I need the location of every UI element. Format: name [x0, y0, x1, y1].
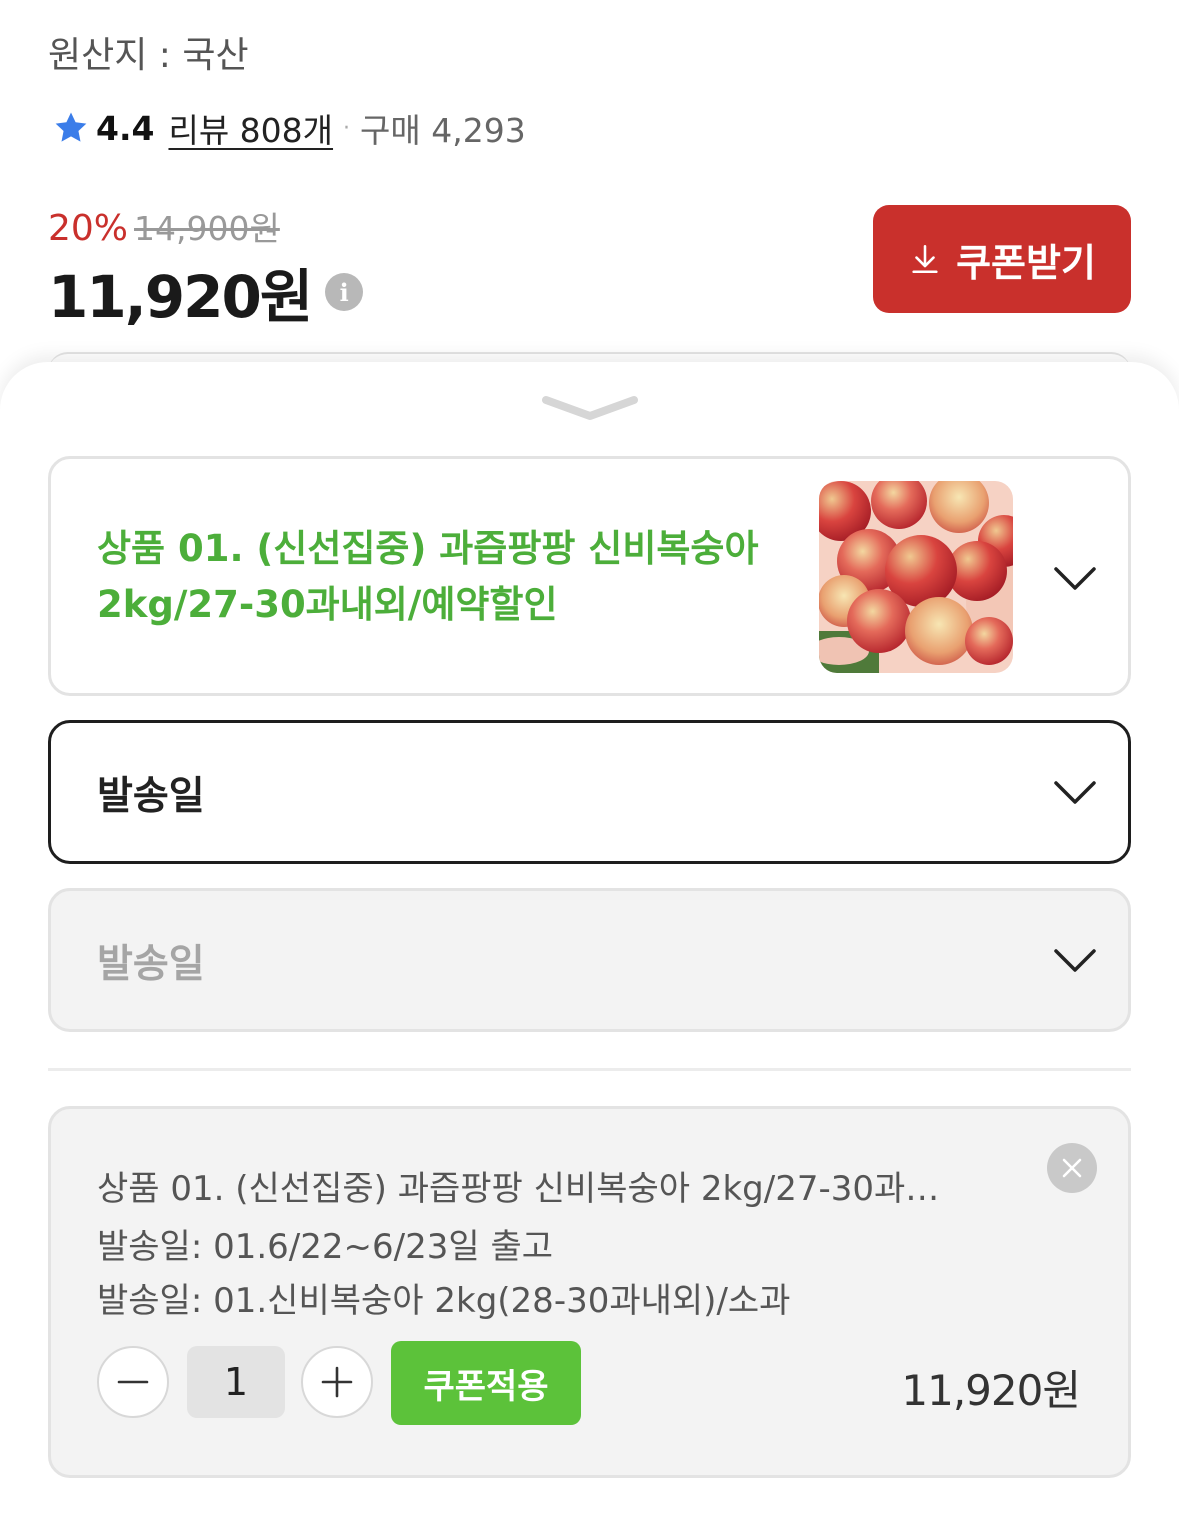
- selected-item-card: 상품 01. (신선집중) 과즙팡팡 신비복숭아 2kg/27-30과… 발송일…: [48, 1106, 1131, 1478]
- separator-dot: ·: [343, 115, 351, 141]
- purchase-count: 구매 4,293: [360, 111, 526, 150]
- discount-percent: 20%: [48, 208, 129, 249]
- original-price: 14,900원: [134, 209, 280, 248]
- close-icon: [1062, 1158, 1082, 1178]
- download-icon: [912, 244, 938, 274]
- selected-item-price: 11,920원: [901, 1366, 1081, 1415]
- download-coupon-button[interactable]: 쿠폰받기: [873, 205, 1131, 313]
- minus-icon: [117, 1380, 149, 1384]
- shipping-date-select-secondary[interactable]: 발송일: [48, 888, 1131, 1032]
- selected-item-product: 상품 01. (신선집중) 과즙팡팡 신비복숭아 2kg/27-30과…: [97, 1169, 940, 1209]
- chevron-down-icon: [1054, 781, 1096, 804]
- info-icon[interactable]: i: [325, 273, 364, 311]
- remove-item-button[interactable]: [1047, 1143, 1097, 1193]
- rating-row: 4.4 리뷰 808개 · 구매 4,293: [52, 106, 526, 150]
- plus-icon: [321, 1366, 353, 1398]
- product-thumbnail: [819, 481, 1013, 673]
- star-icon: [55, 112, 87, 142]
- selected-item-shipping-date: 발송일: 01.6/22~6/23일 출고: [97, 1227, 554, 1267]
- product-info-section: 원산지 : 국산 4.4 리뷰 808개 · 구매 4,293 20% 14,9…: [0, 0, 1179, 420]
- sheet-collapse-handle-icon[interactable]: [540, 392, 640, 426]
- quantity-value[interactable]: 1: [187, 1346, 285, 1418]
- shipping-date-select-label: 발송일: [97, 774, 205, 819]
- chevron-down-icon: [1054, 949, 1096, 972]
- price-row: 11,920원 i: [48, 250, 364, 334]
- shipping-date-select-secondary-label: 발송일: [97, 942, 205, 987]
- discount-row: 20% 14,900원: [48, 202, 280, 250]
- review-count-link[interactable]: 리뷰 808개: [168, 104, 333, 152]
- option-bottom-sheet: 상품 01. (신선집중) 과즙팡팡 신비복숭아 2kg/27-30과내외/예약…: [0, 362, 1179, 1536]
- shipping-date-select[interactable]: 발송일: [48, 720, 1131, 864]
- product-option-title: 상품 01. (신선집중) 과즙팡팡 신비복숭아 2kg/27-30과내외/예약…: [97, 527, 759, 626]
- selected-item-shipping-option: 발송일: 01.신비복숭아 2kg(28-30과내외)/소과: [97, 1281, 791, 1321]
- chevron-down-icon: [1054, 567, 1096, 590]
- coupon-button-label: 쿠폰받기: [956, 240, 1096, 285]
- section-divider: [48, 1068, 1131, 1071]
- product-option-select[interactable]: 상품 01. (신선집중) 과즙팡팡 신비복숭아 2kg/27-30과내외/예약…: [48, 456, 1131, 696]
- quantity-decrease-button[interactable]: [97, 1346, 169, 1418]
- apply-coupon-button[interactable]: 쿠폰적용: [391, 1341, 581, 1425]
- rating-score: 4.4: [96, 108, 155, 148]
- origin-text: 원산지 : 국산: [48, 35, 249, 76]
- quantity-increase-button[interactable]: [301, 1346, 373, 1418]
- sale-price: 11,920원: [48, 263, 313, 331]
